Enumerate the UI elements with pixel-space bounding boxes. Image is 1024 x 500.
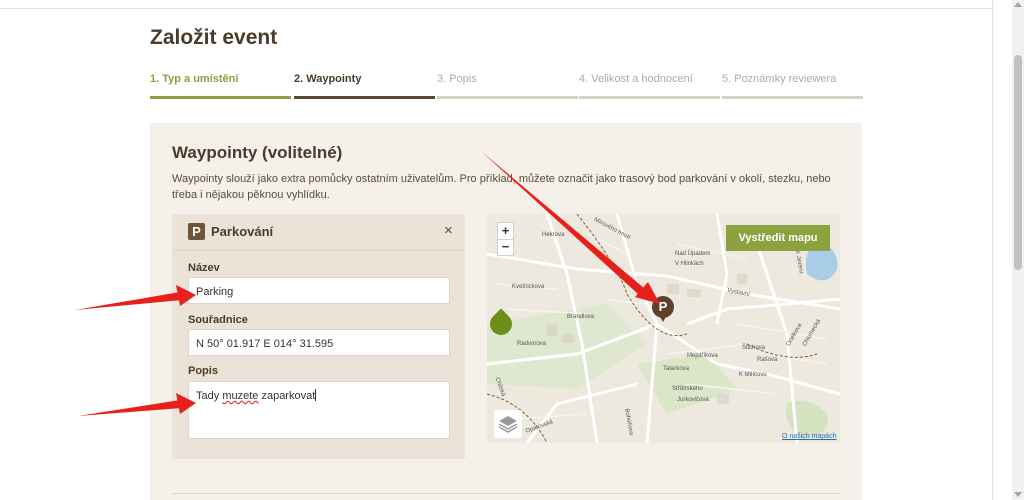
step-bar	[579, 96, 720, 99]
step-bar	[294, 96, 435, 99]
street-label: Stříbrského	[672, 386, 703, 392]
text-caret	[315, 389, 317, 401]
desc-label: Popis	[188, 365, 218, 377]
name-label: Název	[188, 262, 220, 274]
scroll-down-icon[interactable]	[1014, 492, 1022, 497]
desc-word-misspelled: muzete	[222, 390, 259, 402]
street-label: Rašova	[757, 357, 778, 363]
center-map-button[interactable]: Vystředit mapu	[726, 225, 830, 251]
page-title: Založit event	[150, 26, 278, 49]
scroll-up-icon[interactable]	[1014, 2, 1022, 7]
page: Založit event 1. Typ a umístění 2. Waypo…	[0, 0, 1012, 500]
close-icon[interactable]: ×	[444, 222, 453, 239]
name-value: Parking	[196, 286, 234, 298]
coords-label: Souřadnice	[188, 314, 248, 326]
street-label: Nad Úpadem	[675, 251, 711, 257]
about-maps-link[interactable]: O našich mapách	[782, 433, 836, 440]
step-waypoints[interactable]: 2. Waypointy	[294, 73, 435, 101]
street-label: Jurkovičova	[677, 397, 709, 403]
wizard-steps: 1. Typ a umístění 2. Waypointy 3. Popis …	[150, 73, 863, 101]
street-label: Mejstříkova	[687, 353, 718, 359]
waypoint-header: P Parkování ×	[172, 214, 465, 250]
zoom-control: + −	[497, 222, 514, 256]
zoom-in-button[interactable]: +	[498, 223, 513, 240]
step-label: 4. Velikost a hodnocení	[579, 73, 693, 85]
section-heading: Waypointy (volitelné)	[172, 143, 343, 162]
step-label: 2. Waypointy	[294, 73, 362, 85]
step-reviewer-notes[interactable]: 5. Poznámky reviewera	[722, 73, 863, 101]
name-field[interactable]: Parking	[188, 277, 450, 304]
step-label: 3. Popis	[437, 73, 477, 85]
divider	[172, 493, 840, 494]
map[interactable]: Hekrova Mírového hnutí Nad Úpadem V Hlin…	[487, 214, 840, 443]
zoom-out-button[interactable]: −	[498, 239, 513, 255]
layers-icon[interactable]	[494, 410, 522, 438]
step-description[interactable]: 3. Popis	[437, 73, 578, 101]
top-divider	[0, 8, 992, 9]
coords-field[interactable]: N 50° 01.917 E 014° 31.595	[188, 329, 450, 356]
step-bar	[437, 96, 578, 99]
street-label: Hekrova	[542, 232, 565, 238]
waypoint-title: Parkování	[211, 224, 274, 239]
desc-word: Tady	[196, 390, 220, 402]
coords-value: N 50° 01.917 E 014° 31.595	[196, 338, 334, 350]
street-label: Radvorova	[517, 341, 547, 347]
waypoints-panel: Waypointy (volitelné) Waypointy slouží j…	[150, 123, 862, 500]
step-label: 1. Typ a umístění	[150, 73, 239, 85]
step-size-rating[interactable]: 4. Velikost a hodnocení	[579, 73, 720, 101]
content-edge	[992, 0, 993, 500]
street-label: V Hlinkách	[675, 261, 704, 267]
pin-tip	[658, 313, 668, 322]
scrollbar-thumb[interactable]	[1014, 55, 1022, 270]
step-label: 5. Poznámky reviewera	[722, 73, 837, 85]
divider	[172, 250, 465, 251]
section-description: Waypointy slouží jako extra pomůcky osta…	[172, 173, 831, 201]
waypoint-card: P Parkování × Název Parking Souřadnice N…	[172, 214, 465, 459]
step-bar	[722, 96, 863, 99]
desc-word: zaparkovat	[261, 390, 316, 402]
street-label: Štichova	[742, 345, 766, 351]
step-bar	[150, 96, 291, 99]
parking-icon: P	[188, 223, 205, 240]
street-label: K Milíčovu	[739, 372, 767, 378]
desc-field[interactable]: Tady muzete zaparkovat	[188, 381, 450, 439]
step-type-location[interactable]: 1. Typ a umístění	[150, 73, 291, 101]
street-label: Brandlova	[567, 314, 595, 320]
street-label: Kvetnickova	[512, 284, 545, 290]
street-label: Tatarkova	[663, 366, 690, 372]
